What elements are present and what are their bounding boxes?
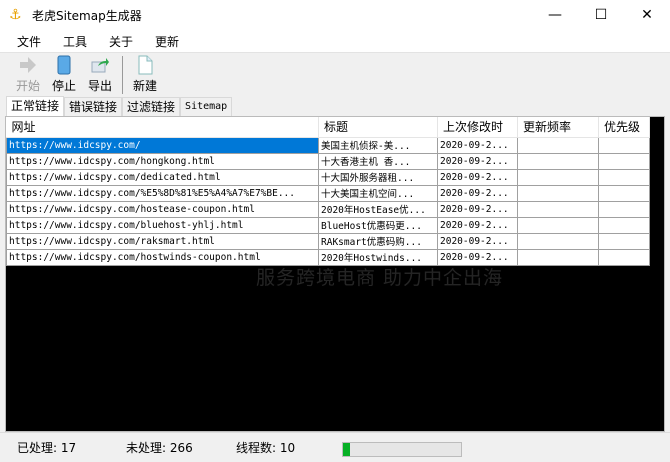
priority-cell (598, 152, 650, 170)
table-row[interactable]: https://www.idcspy.com/美国主机侦探-美... 2020-0… (6, 136, 650, 154)
table-row[interactable]: https://www.idcspy.com/bluehost-yhlj.htm… (6, 216, 650, 234)
maximize-button[interactable]: ☐ (578, 0, 624, 30)
export-label: 导出 (87, 79, 112, 93)
table-row[interactable]: https://www.idcspy.com/dedicated.html 十大国… (6, 168, 650, 186)
changefreq-cell (517, 216, 599, 234)
menu-update[interactable]: 更新 (144, 33, 190, 50)
table-row[interactable]: https://www.idcspy.com/hongkong.html 十大香港… (6, 152, 650, 170)
new-button[interactable]: 新建 (127, 53, 163, 97)
column-header-lastmod[interactable]: 上次修改时 (437, 117, 518, 138)
toolbar: 开始 停止 导出 新建 (0, 52, 670, 97)
tab-filtered-links[interactable]: 过滤链接 (122, 97, 181, 116)
links-list[interactable]: 服务跨境电商 助力中企出海 网址 标题 上次修改时 更新频率 优先级 https… (5, 116, 665, 432)
url-cell: https://www.idcspy.com/dedicated.html (6, 168, 319, 186)
url-cell: https://www.idcspy.com/raksmart.html (6, 232, 319, 250)
lastmod-cell: 2020-09-2... (437, 152, 518, 170)
priority-cell (598, 216, 650, 234)
url-cell: https://www.idcspy.com/hostwinds-coupon.… (6, 248, 319, 266)
changefreq-cell (517, 200, 599, 218)
url-cell: https://www.idcspy.com/hongkong.html (6, 152, 319, 170)
watermark-text: 服务跨境电商 助力中企出海 (256, 267, 504, 289)
thread-count: 线程数: 10 (236, 441, 296, 455)
title-cell: RAKsmart优惠码购... (318, 232, 438, 250)
priority-cell (598, 248, 650, 266)
processed-count: 已处理: 17 (17, 441, 77, 455)
export-folder-icon (91, 58, 109, 73)
url-cell: https://www.idcspy.com/hostease-coupon.h… (6, 200, 319, 218)
stop-button[interactable]: 停止 (46, 53, 82, 97)
export-button[interactable]: 导出 (82, 53, 118, 97)
window-title: 老虎Sitemap生成器 (32, 8, 142, 23)
minimize-button[interactable]: — (532, 0, 578, 30)
start-button[interactable]: 开始 (10, 53, 46, 97)
changefreq-cell (517, 168, 599, 186)
new-label: 新建 (132, 79, 157, 93)
progress-bar (342, 442, 462, 457)
new-document-icon (138, 55, 153, 75)
url-cell: https://www.idcspy.com/%E5%8D%81%E5%A4%A… (6, 184, 319, 202)
lastmod-cell: 2020-09-2... (437, 232, 518, 250)
column-header-priority[interactable]: 优先级 (598, 117, 650, 138)
app-anchor-icon: ⚓ (9, 7, 22, 23)
toolbar-separator (122, 56, 123, 94)
priority-cell (598, 136, 650, 154)
changefreq-cell (517, 248, 599, 266)
stop-label: 停止 (51, 79, 76, 93)
menu-bar: 文件 工具 关于 更新 (0, 30, 670, 52)
menu-file[interactable]: 文件 (6, 33, 52, 50)
changefreq-cell (517, 136, 599, 154)
arrow-right-icon (20, 57, 36, 73)
tab-strip: 正常链接 错误链接 过滤链接 Sitemap (6, 96, 233, 116)
status-bar: 已处理: 17 未处理: 266 线程数: 10 (0, 432, 670, 462)
lastmod-cell: 2020-09-2... (437, 248, 518, 266)
priority-cell (598, 232, 650, 250)
links-table: 网址 标题 上次修改时 更新频率 优先级 https://www.idcspy.… (6, 117, 650, 266)
column-header-changefreq[interactable]: 更新频率 (517, 117, 599, 138)
tab-normal-links[interactable]: 正常链接 (6, 96, 65, 116)
title-cell: 十大香港主机 香... (318, 152, 438, 170)
title-cell: 2020年HostEase优... (318, 200, 438, 218)
changefreq-cell (517, 184, 599, 202)
priority-cell (598, 200, 650, 218)
unprocessed-count: 未处理: 266 (126, 441, 193, 455)
title-cell: 2020年Hostwinds... (318, 248, 438, 266)
menu-tools[interactable]: 工具 (52, 33, 98, 50)
priority-cell (598, 184, 650, 202)
tab-sitemap[interactable]: Sitemap (180, 97, 233, 116)
title-cell: 十大国外服务器租... (318, 168, 438, 186)
title-cell: BlueHost优惠码更... (318, 216, 438, 234)
progress-fill (343, 443, 351, 456)
lastmod-cell: 2020-09-2... (437, 200, 518, 218)
tab-error-links[interactable]: 错误链接 (64, 97, 123, 116)
title-cell: 美国主机侦探-美... (318, 136, 438, 154)
priority-cell (598, 168, 650, 186)
column-header-url[interactable]: 网址 (6, 117, 319, 138)
stop-icon (57, 55, 71, 75)
lastmod-cell: 2020-09-2... (437, 216, 518, 234)
table-row[interactable]: https://www.idcspy.com/hostease-coupon.h… (6, 200, 650, 218)
table-row[interactable]: https://www.idcspy.com/hostwinds-coupon.… (6, 248, 650, 266)
changefreq-cell (517, 152, 599, 170)
lastmod-cell: 2020-09-2... (437, 136, 518, 154)
lastmod-cell: 2020-09-2... (437, 184, 518, 202)
start-label: 开始 (15, 79, 40, 93)
table-header: 网址 标题 上次修改时 更新频率 优先级 (6, 117, 650, 138)
url-cell: https://www.idcspy.com/bluehost-yhlj.htm… (6, 216, 319, 234)
url-cell: https://www.idcspy.com/ (6, 136, 319, 154)
menu-about[interactable]: 关于 (98, 33, 144, 50)
title-bar: ⚓ 老虎Sitemap生成器 — ☐ ✕ (0, 0, 670, 30)
table-row[interactable]: https://www.idcspy.com/%E5%8D%81%E5%A4%A… (6, 184, 650, 202)
table-row[interactable]: https://www.idcspy.com/raksmart.html RAKs… (6, 232, 650, 250)
lastmod-cell: 2020-09-2... (437, 168, 518, 186)
close-button[interactable]: ✕ (624, 0, 670, 30)
column-header-title[interactable]: 标题 (318, 117, 438, 138)
changefreq-cell (517, 232, 599, 250)
title-cell: 十大美国主机空间... (318, 184, 438, 202)
